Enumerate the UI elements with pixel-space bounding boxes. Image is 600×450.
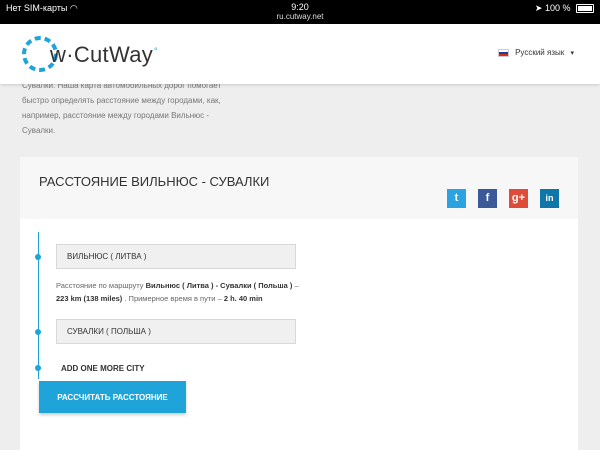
russian-flag-icon <box>497 48 509 57</box>
status-right: ➤ 100 % <box>535 3 594 14</box>
route-distance: 223 km (138 miles) <box>56 294 123 303</box>
page-title: РАССТОЯНИЕ ВИЛЬНЮС - СУВАЛКИ <box>39 174 270 189</box>
route-dash: – <box>292 281 299 290</box>
route-summary: Расстояние по маршруту Вильнюс ( Литва )… <box>56 279 306 305</box>
chevron-down-icon: ▾ <box>570 50 574 57</box>
timeline-dot <box>35 365 41 371</box>
site-header: w·CutWay° Русский язык ▾ <box>0 24 600 84</box>
logo-superscript: ° <box>154 45 158 56</box>
timeline-dot <box>35 329 41 335</box>
intro-text: Сувалки. Наша карта автомобильных дорог … <box>22 81 222 135</box>
status-bar: Нет SIM-карты ◠ 9:20 ru.cutway.net ➤ 100… <box>0 0 600 24</box>
address-bar-url[interactable]: ru.cutway.net <box>0 12 600 22</box>
distance-card: РАССТОЯНИЕ ВИЛЬНЮС - СУВАЛКИ t f g+ in Р… <box>20 157 578 450</box>
calculate-distance-button[interactable]: РАССЧИТАТЬ РАССТОЯНИЕ <box>39 381 186 413</box>
battery-icon <box>576 4 594 14</box>
from-city-input[interactable] <box>56 244 296 269</box>
google-plus-share-button[interactable]: g+ <box>509 189 528 208</box>
facebook-share-button[interactable]: f <box>478 189 497 208</box>
route-name: Вильнюс ( Литва ) - Сувалки ( Польша ) <box>145 281 293 290</box>
language-selector[interactable]: Русский язык ▾ <box>497 48 574 57</box>
route-time-label: . Примерное время в пути – <box>122 294 224 303</box>
add-city-link[interactable]: ADD ONE MORE CITY <box>61 364 145 373</box>
route-time: 2 h. 40 min <box>223 294 263 303</box>
language-label: Русский язык <box>515 48 565 57</box>
card-header: РАССТОЯНИЕ ВИЛЬНЮС - СУВАЛКИ t f g+ in <box>20 157 578 219</box>
battery-percent: 100 % <box>544 3 571 13</box>
timeline-dot <box>35 254 41 260</box>
to-city-input[interactable] <box>56 319 296 344</box>
status-center: 9:20 ru.cutway.net <box>0 2 600 22</box>
logo-wordmark: w·CutWay <box>50 42 154 67</box>
clock: 9:20 <box>291 2 309 12</box>
logo-text: w·CutWay° <box>50 42 158 68</box>
twitter-share-button[interactable]: t <box>447 189 466 208</box>
linkedin-share-button[interactable]: in <box>540 189 559 208</box>
location-icon: ➤ <box>534 3 543 13</box>
route-prefix: Расстояние по маршруту <box>56 281 146 290</box>
